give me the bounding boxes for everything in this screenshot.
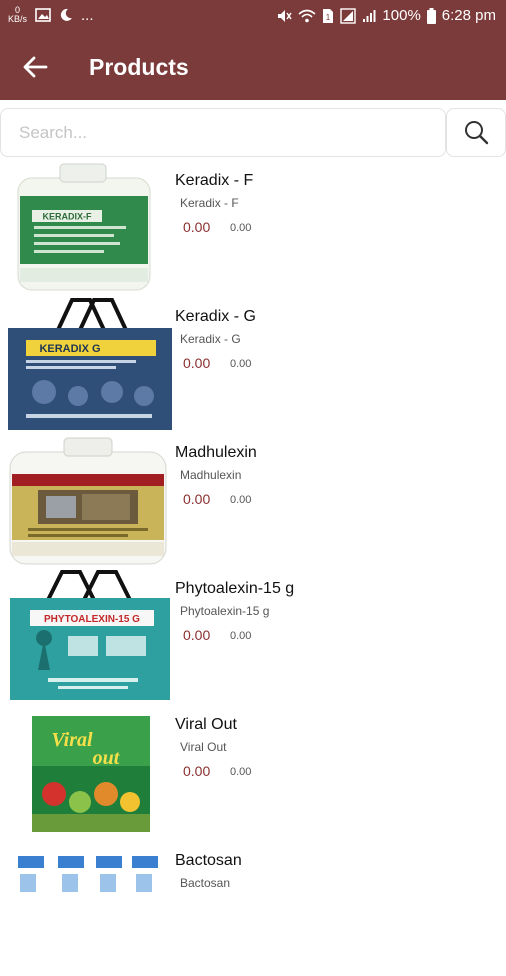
network-speed-unit: KB/s (8, 14, 28, 24)
svg-text:KERADIX-F: KERADIX-F (43, 212, 93, 222)
product-mrp: 0.00 (230, 766, 252, 778)
product-item[interactable]: KERADIX G Keradix - G Keradix - G 0.00 0… (0, 296, 506, 432)
back-arrow-icon[interactable] (22, 54, 48, 80)
wifi-icon (298, 9, 316, 22)
mute-icon (278, 9, 293, 22)
battery-icon (426, 7, 436, 24)
viral-out-image: Viral out (32, 716, 150, 832)
product-item[interactable]: Viral out Viral Out Viral Out 0.00 0.00 (0, 704, 506, 840)
product-subtitle: Viral Out (180, 740, 227, 754)
search-box (0, 108, 446, 157)
product-name: Viral Out (175, 716, 237, 733)
product-subtitle: Phytoalexin-15 g (180, 604, 270, 618)
keradix-f-image: KERADIX-F (17, 163, 151, 291)
product-mrp: 0.00 (230, 222, 252, 234)
search-button[interactable] (446, 108, 506, 157)
sim-icon: 1 (323, 8, 334, 23)
product-subtitle: Madhulexin (180, 468, 242, 482)
status-left: 0 KB/s ... (8, 6, 94, 24)
svg-text:KERADIX G: KERADIX G (39, 343, 100, 355)
product-mrp: 0.00 (230, 494, 252, 506)
moon-icon (60, 8, 73, 21)
phytoalexin-image: PHYTOALEXIN-15 G (10, 570, 170, 700)
image-icon (35, 8, 51, 22)
product-mrp: 0.00 (230, 630, 252, 642)
network-speed: 0 KB/s (8, 6, 27, 24)
svg-text:out: out (93, 747, 121, 769)
battery-percent: 100% (382, 7, 421, 24)
product-name: Keradix - G (175, 308, 256, 325)
clock: 6:28 pm (441, 7, 496, 24)
svg-text:PHYTOALEXIN-15 G: PHYTOALEXIN-15 G (44, 614, 140, 625)
product-item[interactable]: Bactosan Bactosan (0, 840, 506, 976)
product-price: 0.00 (183, 627, 211, 643)
page-title: Products (89, 54, 189, 80)
product-name: Bactosan (175, 852, 242, 869)
more-notifications: ... (81, 6, 94, 24)
product-item[interactable]: KERADIX-F Keradix - F Keradix - F 0.00 0… (0, 160, 506, 296)
status-bar: 0 KB/s ... 1 100% 6:28 pm (0, 0, 506, 34)
product-price: 0.00 (183, 491, 211, 507)
product-subtitle: Keradix - F (180, 196, 239, 210)
product-price: 0.00 (183, 219, 211, 235)
signal-icon (363, 9, 376, 22)
product-name: Keradix - F (175, 172, 254, 189)
svg-text:1: 1 (326, 13, 331, 22)
product-mrp: 0.00 (230, 358, 252, 370)
status-right: 1 100% 6:28 pm (276, 7, 496, 24)
signal-box-icon (340, 7, 357, 24)
product-item[interactable]: Madhulexin Madhulexin 0.00 0.00 (0, 432, 506, 568)
product-name: Madhulexin (175, 444, 257, 461)
madhulexin-image (9, 437, 167, 565)
product-name: Phytoalexin-15 g (175, 580, 295, 597)
keradix-g-image: KERADIX G (8, 298, 172, 430)
product-subtitle: Bactosan (180, 876, 231, 890)
product-price: 0.00 (183, 355, 211, 371)
svg-text:Viral: Viral (51, 729, 93, 751)
search-input[interactable] (1, 109, 441, 156)
product-price: 0.00 (183, 763, 211, 779)
app-bar: Products (0, 34, 506, 100)
product-item[interactable]: PHYTOALEXIN-15 G Phytoalexin-15 g Phytoa… (0, 568, 506, 704)
search-icon (465, 121, 489, 145)
bactosan-image (12, 852, 168, 902)
product-subtitle: Keradix - G (180, 332, 241, 346)
